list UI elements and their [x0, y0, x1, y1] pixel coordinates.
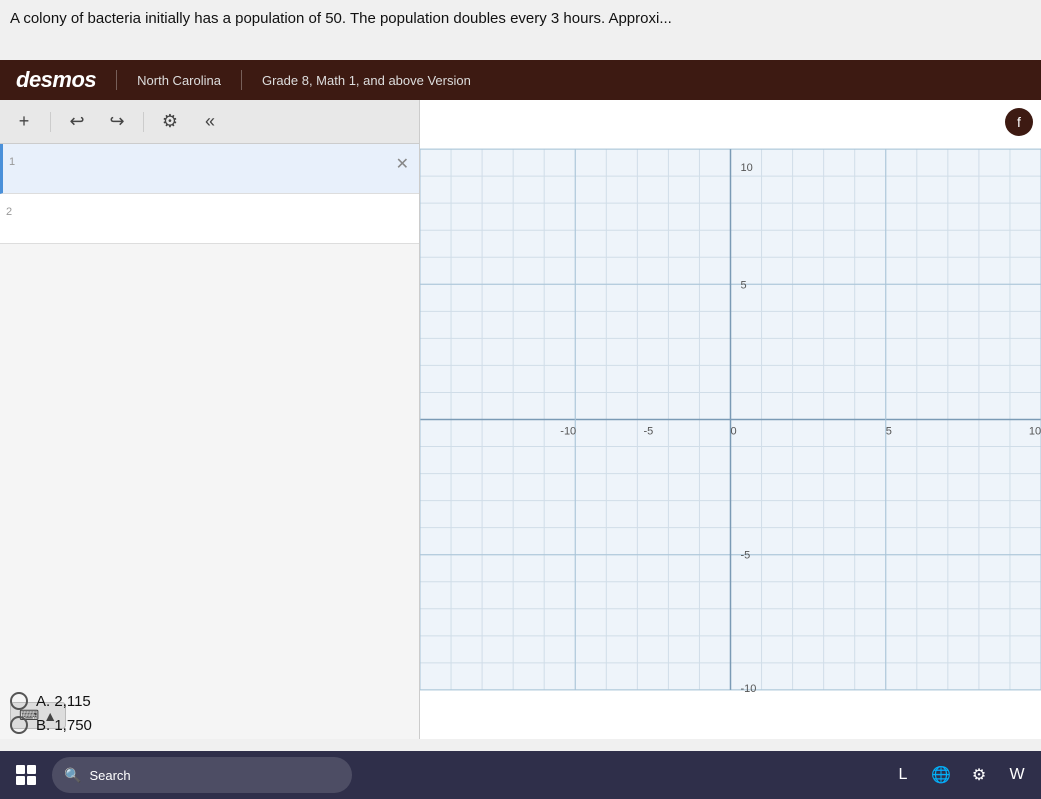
answer-choice-b[interactable]: B. 1,750	[10, 716, 92, 734]
radio-b[interactable]	[10, 716, 28, 734]
expression-toolbar: + ↩ ↪ ⚙ «	[0, 100, 419, 144]
win-cell-tl	[16, 765, 25, 774]
expression-input-1[interactable]	[31, 152, 392, 182]
expression-list: 1 ✕ 2	[0, 144, 419, 739]
taskbar: 🔍 Search L 🌐 ⚙ W	[0, 751, 1041, 799]
calculator-area: + ↩ ↪ ⚙ « 1 ✕ 2	[0, 100, 1041, 739]
y-label-minus5: -5	[741, 550, 751, 562]
graph-svg: -10 -5 0 5 10 10 5 -5 -10	[420, 100, 1041, 739]
region-label: North Carolina	[137, 73, 221, 88]
undo-button[interactable]: ↩	[63, 108, 91, 136]
x-label-minus5: -5	[643, 426, 653, 438]
desmos-header: desmos North Carolina Grade 8, Math 1, a…	[0, 60, 1041, 100]
main-area: desmos North Carolina Grade 8, Math 1, a…	[0, 60, 1041, 739]
taskbar-browser-icon[interactable]: 🌐	[925, 759, 957, 791]
header-divider-2	[241, 70, 242, 90]
zoom-icon: f	[1017, 114, 1021, 130]
x-label-0: 0	[730, 426, 736, 438]
settings-button[interactable]: ⚙	[156, 108, 184, 136]
taskbar-app-icon[interactable]: W	[1001, 759, 1033, 791]
answer-label-b: B. 1,750	[36, 717, 92, 734]
search-label: Search	[89, 768, 130, 783]
left-panel: + ↩ ↪ ⚙ « 1 ✕ 2	[0, 100, 420, 739]
x-label-10: 10	[1029, 426, 1041, 438]
y-label-10: 10	[741, 162, 753, 174]
course-label: Grade 8, Math 1, and above Version	[262, 73, 471, 88]
taskbar-search-bar[interactable]: 🔍 Search	[52, 757, 352, 793]
answer-choice-a[interactable]: A. 2,115	[10, 692, 92, 710]
redo-button[interactable]: ↪	[103, 108, 131, 136]
graph-area[interactable]: -10 -5 0 5 10 10 5 -5 -10 f	[420, 100, 1041, 739]
y-label-minus10: -10	[741, 683, 757, 695]
x-label-minus10: -10	[560, 426, 576, 438]
radio-a[interactable]	[10, 692, 28, 710]
win-cell-bl	[16, 776, 25, 785]
answer-label-a: A. 2,115	[36, 693, 91, 710]
win-cell-tr	[27, 765, 36, 774]
y-label-5: 5	[741, 279, 747, 291]
expression-input-2[interactable]	[28, 202, 413, 232]
win-cell-br	[27, 776, 36, 785]
windows-logo	[16, 765, 36, 785]
expression-close-1[interactable]: ✕	[392, 152, 413, 176]
zoom-fit-button[interactable]: f	[1005, 108, 1033, 136]
taskbar-right-area: L 🌐 ⚙ W	[887, 759, 1033, 791]
desmos-logo: desmos	[16, 67, 96, 93]
expression-row-2[interactable]: 2	[0, 194, 419, 244]
answer-choices: A. 2,115 B. 1,750	[10, 692, 92, 734]
search-icon: 🔍	[64, 767, 81, 784]
question-text: A colony of bacteria initially has a pop…	[10, 8, 1031, 29]
toolbar-separator-2	[143, 112, 144, 132]
add-expression-button[interactable]: +	[10, 108, 38, 136]
taskbar-language-icon[interactable]: L	[887, 759, 919, 791]
expression-row-1[interactable]: 1 ✕	[0, 144, 419, 194]
header-divider	[116, 70, 117, 90]
expression-number-2: 2	[6, 206, 22, 218]
radio-inner-b	[15, 721, 23, 729]
taskbar-settings-icon[interactable]: ⚙	[963, 759, 995, 791]
toolbar-separator	[50, 112, 51, 132]
radio-inner-a	[15, 697, 23, 705]
x-label-5: 5	[886, 426, 892, 438]
collapse-button[interactable]: «	[196, 108, 224, 136]
expression-number-1: 1	[9, 156, 25, 168]
start-button[interactable]	[8, 757, 44, 793]
